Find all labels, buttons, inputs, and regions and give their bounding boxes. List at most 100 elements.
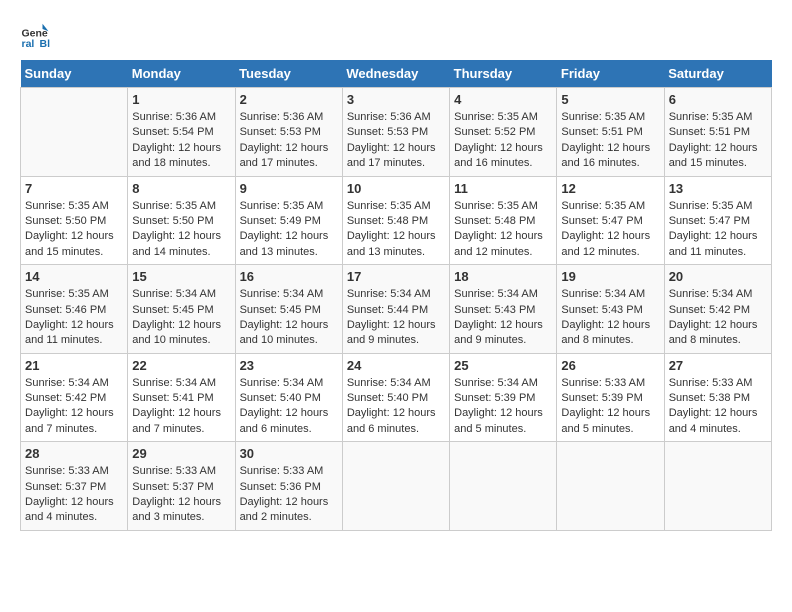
day-number: 4 — [454, 92, 552, 107]
day-content: Sunrise: 5:34 AM Sunset: 5:43 PM Dayligh… — [454, 287, 552, 349]
day-content: Sunrise: 5:35 AM Sunset: 5:47 PM Dayligh… — [561, 199, 659, 261]
logo: Gene ral Blue — [20, 20, 54, 50]
day-number: 16 — [240, 269, 338, 284]
calendar-cell: 26Sunrise: 5:33 AM Sunset: 5:39 PM Dayli… — [557, 353, 664, 442]
day-content: Sunrise: 5:34 AM Sunset: 5:43 PM Dayligh… — [561, 287, 659, 349]
calendar-cell: 1 Sunrise: 5:36 AM Sunset: 5:54 PM Daylig… — [128, 88, 235, 177]
calendar-cell: 15Sunrise: 5:34 AM Sunset: 5:45 PM Dayli… — [128, 265, 235, 354]
calendar-cell — [664, 442, 771, 531]
calendar-cell — [557, 442, 664, 531]
weekday-header-friday: Friday — [557, 60, 664, 88]
calendar-cell: 3Sunrise: 5:36 AM Sunset: 5:53 PM Daylig… — [342, 88, 449, 177]
day-number: 28 — [25, 446, 123, 461]
calendar-cell — [21, 88, 128, 177]
day-number: 24 — [347, 358, 445, 373]
calendar-week-row: 28 Sunrise: 5:33 AM Sunset: 5:37 PM Dayli… — [21, 442, 772, 531]
calendar-table: SundayMondayTuesdayWednesdayThursdayFrid… — [20, 60, 772, 531]
day-content: Sunrise: 5:34 AM Sunset: 5:42 PM Dayligh… — [25, 376, 123, 438]
page-header: Gene ral Blue — [20, 20, 772, 50]
day-content: Sunrise: 5:35 AM Sunset: 5:48 PM Dayligh… — [454, 199, 552, 261]
day-number: 17 — [347, 269, 445, 284]
calendar-cell: 27Sunrise: 5:33 AM Sunset: 5:38 PM Dayli… — [664, 353, 771, 442]
day-number: 9 — [240, 181, 338, 196]
day-content: Sunrise: 5:34 AM Sunset: 5:42 PM Dayligh… — [669, 287, 767, 349]
calendar-cell: 7 Sunrise: 5:35 AM Sunset: 5:50 PM Daylig… — [21, 176, 128, 265]
calendar-cell: 4 Sunrise: 5:35 AM Sunset: 5:52 PM Daylig… — [450, 88, 557, 177]
weekday-header-tuesday: Tuesday — [235, 60, 342, 88]
weekday-header-saturday: Saturday — [664, 60, 771, 88]
day-number: 3 — [347, 92, 445, 107]
day-number: 21 — [25, 358, 123, 373]
day-number: 27 — [669, 358, 767, 373]
calendar-cell: 21 Sunrise: 5:34 AM Sunset: 5:42 PM Dayli… — [21, 353, 128, 442]
day-content: Sunrise: 5:35 AM Sunset: 5:48 PM Dayligh… — [347, 199, 445, 261]
day-number: 10 — [347, 181, 445, 196]
calendar-cell: 20 Sunrise: 5:34 AM Sunset: 5:42 PM Dayli… — [664, 265, 771, 354]
calendar-cell — [342, 442, 449, 531]
svg-text:Blue: Blue — [40, 38, 51, 50]
calendar-week-row: 21 Sunrise: 5:34 AM Sunset: 5:42 PM Dayli… — [21, 353, 772, 442]
calendar-cell: 9 Sunrise: 5:35 AM Sunset: 5:49 PM Daylig… — [235, 176, 342, 265]
calendar-cell: 8Sunrise: 5:35 AM Sunset: 5:50 PM Daylig… — [128, 176, 235, 265]
weekday-header-thursday: Thursday — [450, 60, 557, 88]
day-number: 26 — [561, 358, 659, 373]
svg-text:ral: ral — [22, 38, 35, 50]
calendar-cell: 28Sunrise: 5:33 AM Sunset: 5:37 PM Dayli… — [21, 442, 128, 531]
day-content: Sunrise: 5:36 AM Sunset: 5:53 PM Dayligh… — [240, 110, 338, 172]
calendar-cell: 11 Sunrise: 5:35 AM Sunset: 5:48 PM Dayli… — [450, 176, 557, 265]
calendar-cell: 22 Sunrise: 5:34 AM Sunset: 5:41 PM Dayli… — [128, 353, 235, 442]
calendar-body: 1 Sunrise: 5:36 AM Sunset: 5:54 PM Daylig… — [21, 88, 772, 531]
day-content: Sunrise: 5:34 AM Sunset: 5:40 PM Dayligh… — [347, 376, 445, 438]
weekday-header-sunday: Sunday — [21, 60, 128, 88]
day-content: Sunrise: 5:35 AM Sunset: 5:46 PM Dayligh… — [25, 287, 123, 349]
calendar-week-row: 1 Sunrise: 5:36 AM Sunset: 5:54 PM Daylig… — [21, 88, 772, 177]
calendar-cell: 19 Sunrise: 5:34 AM Sunset: 5:43 PM Dayli… — [557, 265, 664, 354]
day-number: 19 — [561, 269, 659, 284]
calendar-cell: 30 Sunrise: 5:33 AM Sunset: 5:36 PM Dayli… — [235, 442, 342, 531]
day-number: 30 — [240, 446, 338, 461]
calendar-cell: 14 Sunrise: 5:35 AM Sunset: 5:46 PM Dayli… — [21, 265, 128, 354]
day-number: 6 — [669, 92, 767, 107]
day-number: 8 — [132, 181, 230, 196]
day-content: Sunrise: 5:35 AM Sunset: 5:50 PM Dayligh… — [25, 199, 123, 261]
calendar-cell: 13Sunrise: 5:35 AM Sunset: 5:47 PM Dayli… — [664, 176, 771, 265]
day-number: 1 — [132, 92, 230, 107]
day-content: Sunrise: 5:34 AM Sunset: 5:40 PM Dayligh… — [240, 376, 338, 438]
calendar-cell: 29 Sunrise: 5:33 AM Sunset: 5:37 PM Dayli… — [128, 442, 235, 531]
day-number: 22 — [132, 358, 230, 373]
day-number: 12 — [561, 181, 659, 196]
calendar-header: SundayMondayTuesdayWednesdayThursdayFrid… — [21, 60, 772, 88]
day-number: 13 — [669, 181, 767, 196]
calendar-cell: 18 Sunrise: 5:34 AM Sunset: 5:43 PM Dayli… — [450, 265, 557, 354]
day-content: Sunrise: 5:35 AM Sunset: 5:51 PM Dayligh… — [561, 110, 659, 172]
day-number: 7 — [25, 181, 123, 196]
day-content: Sunrise: 5:33 AM Sunset: 5:37 PM Dayligh… — [132, 464, 230, 526]
day-content: Sunrise: 5:36 AM Sunset: 5:54 PM Dayligh… — [132, 110, 230, 172]
calendar-cell: 23Sunrise: 5:34 AM Sunset: 5:40 PM Dayli… — [235, 353, 342, 442]
day-number: 14 — [25, 269, 123, 284]
day-number: 15 — [132, 269, 230, 284]
weekday-header-row: SundayMondayTuesdayWednesdayThursdayFrid… — [21, 60, 772, 88]
calendar-week-row: 14 Sunrise: 5:35 AM Sunset: 5:46 PM Dayli… — [21, 265, 772, 354]
day-number: 29 — [132, 446, 230, 461]
day-number: 11 — [454, 181, 552, 196]
day-number: 25 — [454, 358, 552, 373]
calendar-cell: 16Sunrise: 5:34 AM Sunset: 5:45 PM Dayli… — [235, 265, 342, 354]
day-content: Sunrise: 5:34 AM Sunset: 5:39 PM Dayligh… — [454, 376, 552, 438]
day-content: Sunrise: 5:33 AM Sunset: 5:36 PM Dayligh… — [240, 464, 338, 526]
weekday-header-wednesday: Wednesday — [342, 60, 449, 88]
calendar-cell — [450, 442, 557, 531]
calendar-cell: 2 Sunrise: 5:36 AM Sunset: 5:53 PM Daylig… — [235, 88, 342, 177]
calendar-cell: 6Sunrise: 5:35 AM Sunset: 5:51 PM Daylig… — [664, 88, 771, 177]
calendar-cell: 10 Sunrise: 5:35 AM Sunset: 5:48 PM Dayli… — [342, 176, 449, 265]
day-content: Sunrise: 5:35 AM Sunset: 5:52 PM Dayligh… — [454, 110, 552, 172]
day-number: 20 — [669, 269, 767, 284]
weekday-header-monday: Monday — [128, 60, 235, 88]
day-content: Sunrise: 5:34 AM Sunset: 5:41 PM Dayligh… — [132, 376, 230, 438]
calendar-cell: 24 Sunrise: 5:34 AM Sunset: 5:40 PM Dayli… — [342, 353, 449, 442]
calendar-cell: 5Sunrise: 5:35 AM Sunset: 5:51 PM Daylig… — [557, 88, 664, 177]
day-content: Sunrise: 5:34 AM Sunset: 5:44 PM Dayligh… — [347, 287, 445, 349]
day-content: Sunrise: 5:35 AM Sunset: 5:49 PM Dayligh… — [240, 199, 338, 261]
day-number: 2 — [240, 92, 338, 107]
day-number: 18 — [454, 269, 552, 284]
